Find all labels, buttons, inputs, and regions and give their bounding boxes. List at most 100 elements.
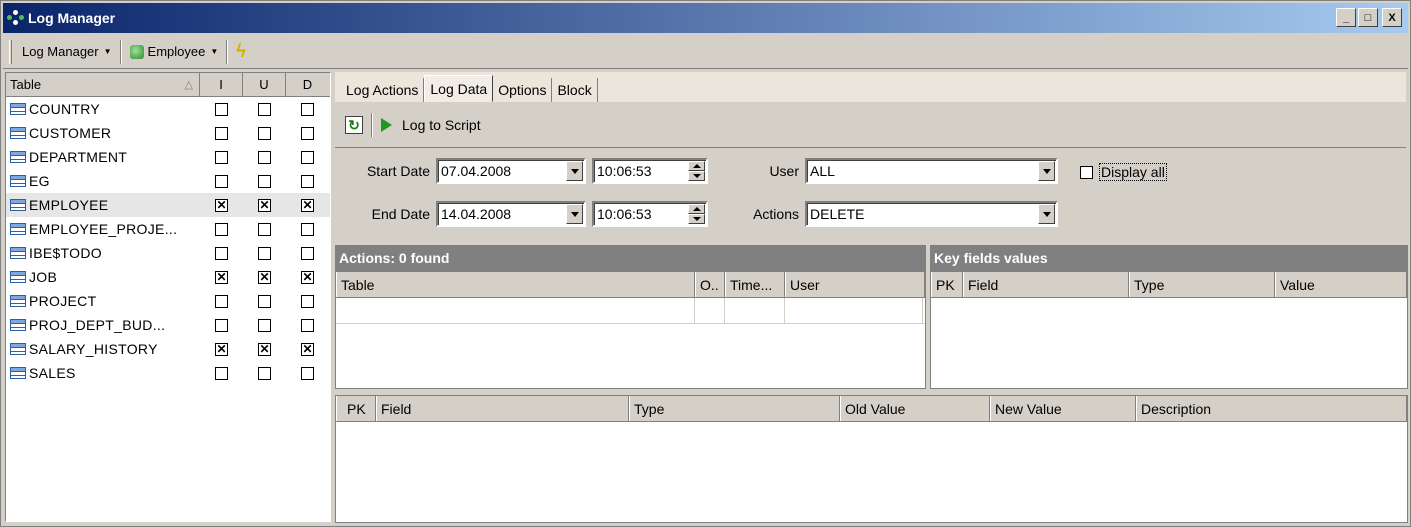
column-header[interactable]: PK bbox=[336, 396, 376, 421]
toolbar-grip[interactable] bbox=[9, 39, 12, 64]
tab-log-actions[interactable]: Log Actions bbox=[341, 78, 425, 102]
log-d-checkbox[interactable] bbox=[301, 222, 314, 236]
spin-down-icon[interactable] bbox=[688, 171, 705, 181]
column-header[interactable]: New Value bbox=[990, 396, 1136, 421]
list-item[interactable]: EMPLOYEE ✕ ✕ ✕ bbox=[6, 193, 330, 217]
column-header[interactable]: Type bbox=[1129, 272, 1275, 297]
log-d-checkbox[interactable] bbox=[301, 150, 314, 164]
log-u-checkbox[interactable] bbox=[258, 318, 271, 332]
chevron-down-icon[interactable] bbox=[1038, 161, 1055, 181]
log-d-checkbox[interactable] bbox=[301, 294, 314, 308]
spin-up-icon[interactable] bbox=[688, 204, 705, 214]
column-header[interactable]: Field bbox=[963, 272, 1129, 297]
log-i-checkbox[interactable]: ✕ bbox=[215, 198, 228, 212]
list-item[interactable]: JOB ✕ ✕ ✕ bbox=[6, 265, 330, 289]
spin-up-icon[interactable] bbox=[688, 161, 705, 171]
log-i-checkbox[interactable] bbox=[215, 102, 228, 116]
log-i-checkbox[interactable] bbox=[215, 366, 228, 380]
log-u-checkbox[interactable] bbox=[258, 150, 271, 164]
log-i-checkbox[interactable] bbox=[215, 222, 228, 236]
table-row[interactable] bbox=[336, 298, 925, 324]
log-i-checkbox[interactable] bbox=[215, 294, 228, 308]
end-date-picker[interactable]: 14.04.2008 bbox=[436, 201, 586, 227]
tab-options[interactable]: Options bbox=[493, 78, 553, 102]
user-select[interactable]: ALL bbox=[805, 158, 1058, 184]
actions-select[interactable]: DELETE bbox=[805, 201, 1058, 227]
column-header[interactable]: User bbox=[785, 272, 925, 297]
log-i-checkbox[interactable] bbox=[215, 126, 228, 140]
log-d-checkbox[interactable]: ✕ bbox=[301, 198, 314, 212]
close-button[interactable]: X bbox=[1382, 8, 1402, 27]
log-d-checkbox[interactable]: ✕ bbox=[301, 270, 314, 284]
list-item[interactable]: EG bbox=[6, 169, 330, 193]
column-header[interactable]: Value bbox=[1275, 272, 1407, 297]
column-header[interactable]: Field bbox=[376, 396, 629, 421]
list-item[interactable]: CUSTOMER bbox=[6, 121, 330, 145]
log-u-checkbox[interactable] bbox=[258, 102, 271, 116]
log-d-checkbox[interactable] bbox=[301, 366, 314, 380]
list-item[interactable]: SALES bbox=[6, 361, 330, 385]
column-header[interactable]: Time... bbox=[725, 272, 785, 297]
log-d-checkbox[interactable] bbox=[301, 318, 314, 332]
list-item[interactable]: IBE$TODO bbox=[6, 241, 330, 265]
checkbox-cell-u bbox=[243, 294, 286, 308]
log-u-checkbox[interactable] bbox=[258, 222, 271, 236]
log-i-checkbox[interactable] bbox=[215, 174, 228, 188]
log-manager-menu-button[interactable]: Log Manager ▼ bbox=[16, 40, 118, 64]
list-item[interactable]: DEPARTMENT bbox=[6, 145, 330, 169]
log-to-script-button[interactable]: Log to Script bbox=[381, 117, 481, 133]
log-i-checkbox[interactable] bbox=[215, 318, 228, 332]
execute-button[interactable]: ϟ bbox=[230, 40, 252, 64]
list-item[interactable]: PROJECT bbox=[6, 289, 330, 313]
column-header-update[interactable]: U bbox=[243, 73, 286, 96]
column-header[interactable]: PK bbox=[931, 272, 963, 297]
log-i-checkbox[interactable] bbox=[215, 246, 228, 260]
minimize-button[interactable]: _ bbox=[1336, 8, 1356, 27]
start-date-picker[interactable]: 07.04.2008 bbox=[436, 158, 586, 184]
column-header[interactable]: O.. bbox=[695, 272, 725, 297]
tab-block[interactable]: Block bbox=[552, 78, 598, 102]
log-u-checkbox[interactable] bbox=[258, 366, 271, 380]
title-bar[interactable]: Log Manager _ □ X bbox=[3, 3, 1408, 33]
column-header[interactable]: Old Value bbox=[840, 396, 990, 421]
column-header-delete[interactable]: D bbox=[286, 73, 329, 96]
refresh-icon[interactable]: ↻ bbox=[345, 116, 363, 134]
column-header-table[interactable]: Table △ bbox=[6, 73, 200, 96]
list-item[interactable]: EMPLOYEE_PROJE... bbox=[6, 217, 330, 241]
database-menu-button[interactable]: Employee ▼ bbox=[124, 40, 225, 64]
log-d-checkbox[interactable] bbox=[301, 126, 314, 140]
log-u-checkbox[interactable] bbox=[258, 174, 271, 188]
log-u-checkbox[interactable] bbox=[258, 294, 271, 308]
chevron-down-icon[interactable] bbox=[1038, 204, 1055, 224]
tab-log-data[interactable]: Log Data bbox=[424, 75, 494, 102]
chevron-down-icon[interactable] bbox=[566, 161, 583, 181]
log-i-checkbox[interactable] bbox=[215, 150, 228, 164]
end-time-stepper[interactable]: 10:06:53 bbox=[592, 201, 708, 227]
list-item[interactable]: SALARY_HISTORY ✕ ✕ ✕ bbox=[6, 337, 330, 361]
time-spinner[interactable] bbox=[688, 204, 705, 224]
spin-down-icon[interactable] bbox=[688, 214, 705, 224]
log-i-checkbox[interactable]: ✕ bbox=[215, 342, 228, 356]
log-d-checkbox[interactable]: ✕ bbox=[301, 342, 314, 356]
column-header[interactable]: Description bbox=[1136, 396, 1407, 421]
log-u-checkbox[interactable]: ✕ bbox=[258, 342, 271, 356]
start-time-stepper[interactable]: 10:06:53 bbox=[592, 158, 708, 184]
log-d-checkbox[interactable] bbox=[301, 246, 314, 260]
list-item[interactable]: PROJ_DEPT_BUD... bbox=[6, 313, 330, 337]
log-u-checkbox[interactable] bbox=[258, 126, 271, 140]
log-u-checkbox[interactable]: ✕ bbox=[258, 198, 271, 212]
display-all-checkbox[interactable]: Display all bbox=[1080, 163, 1167, 181]
log-u-checkbox[interactable]: ✕ bbox=[258, 270, 271, 284]
column-header[interactable]: Type bbox=[629, 396, 840, 421]
time-spinner[interactable] bbox=[688, 161, 705, 181]
column-header-insert[interactable]: I bbox=[200, 73, 243, 96]
log-u-checkbox[interactable] bbox=[258, 246, 271, 260]
display-all-check[interactable] bbox=[1080, 165, 1093, 179]
log-i-checkbox[interactable]: ✕ bbox=[215, 270, 228, 284]
chevron-down-icon[interactable] bbox=[566, 204, 583, 224]
list-item[interactable]: COUNTRY bbox=[6, 97, 330, 121]
maximize-button[interactable]: □ bbox=[1358, 8, 1378, 27]
column-header[interactable]: Table bbox=[336, 272, 695, 297]
log-d-checkbox[interactable] bbox=[301, 102, 314, 116]
log-d-checkbox[interactable] bbox=[301, 174, 314, 188]
